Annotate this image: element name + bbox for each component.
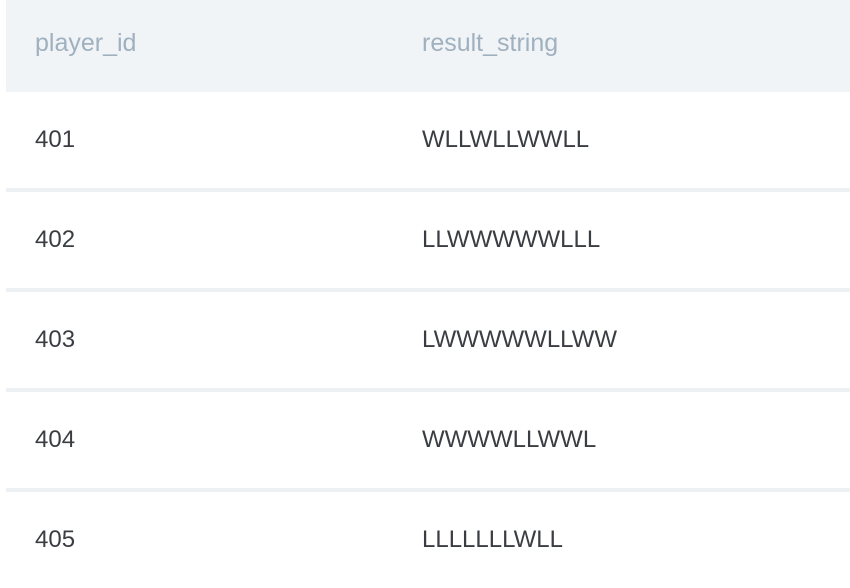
table-row[interactable]: 405 LLLLLLLWLL (6, 492, 850, 588)
result-string-cell: LLWWWWWLLL (422, 226, 601, 253)
result-string-cell: WLLWLLWWLL (422, 126, 590, 153)
column-header-player-id[interactable]: player_id (35, 28, 136, 58)
result-string-cell: WWWWLLWWL (422, 426, 597, 453)
table-row[interactable]: 401 WLLWLLWWLL (6, 92, 850, 192)
table-row[interactable]: 403 LWWWWWLLWW (6, 292, 850, 392)
result-string-cell: LLLLLLLWLL (422, 526, 563, 553)
player-id-cell: 405 (35, 526, 76, 553)
column-header-result-string[interactable]: result_string (422, 28, 558, 58)
player-id-cell: 404 (35, 426, 76, 453)
table-row[interactable]: 404 WWWWLLWWL (6, 392, 850, 492)
player-id-cell: 402 (35, 226, 76, 253)
table-header: player_id result_string (6, 0, 850, 92)
player-id-cell: 403 (35, 326, 76, 353)
results-table: player_id result_string 401 WLLWLLWWLL 4… (6, 0, 850, 588)
table-row[interactable]: 402 LLWWWWWLLL (6, 192, 850, 292)
result-string-cell: LWWWWWLLWW (422, 326, 618, 353)
player-id-cell: 401 (35, 126, 76, 153)
